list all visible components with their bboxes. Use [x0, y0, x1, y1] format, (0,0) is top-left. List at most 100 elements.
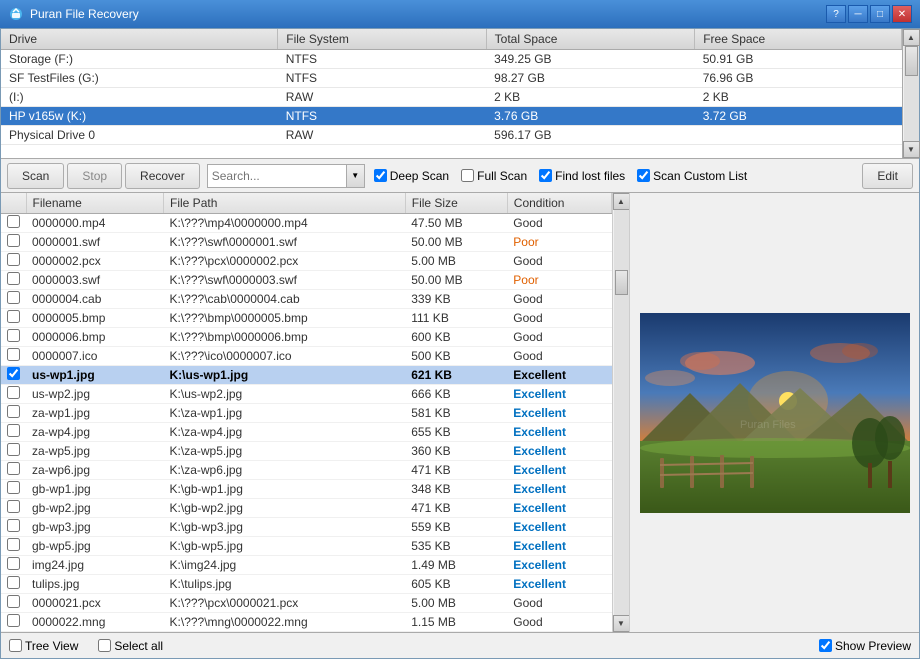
file-checkbox-cell[interactable] [1, 442, 26, 461]
scrollbar-track[interactable] [904, 46, 919, 141]
condition-cell: Good [507, 613, 611, 632]
file-checkbox-cell[interactable] [1, 613, 26, 632]
condition-cell: Poor [507, 233, 611, 252]
file-checkbox-cell[interactable] [1, 290, 26, 309]
file-checkbox-cell[interactable] [1, 537, 26, 556]
file-checkbox-cell[interactable] [1, 347, 26, 366]
file-checkbox-cell[interactable] [1, 271, 26, 290]
file-row[interactable]: us-wp2.jpg K:\us-wp2.jpg 666 KB Excellen… [1, 385, 612, 404]
file-row[interactable]: 0000021.pcx K:\???\pcx\0000021.pcx 5.00 … [1, 594, 612, 613]
file-checkbox-cell[interactable] [1, 214, 26, 233]
file-row[interactable]: 0000000.mp4 K:\???\mp4\0000000.mp4 47.50… [1, 214, 612, 233]
file-row[interactable]: 0000006.bmp K:\???\bmp\0000006.bmp 600 K… [1, 328, 612, 347]
find-lost-checkbox[interactable] [539, 169, 552, 182]
edit-button[interactable]: Edit [862, 163, 913, 189]
deep-scan-checkbox[interactable] [374, 169, 387, 182]
file-checkbox-cell[interactable] [1, 575, 26, 594]
file-row[interactable]: 0000004.cab K:\???\cab\0000004.cab 339 K… [1, 290, 612, 309]
file-row[interactable]: za-wp5.jpg K:\za-wp5.jpg 360 KB Excellen… [1, 442, 612, 461]
scrollbar-down-btn[interactable]: ▼ [903, 141, 920, 158]
scrollbar-up-btn[interactable]: ▲ [903, 29, 920, 46]
drive-scrollbar[interactable]: ▲ ▼ [902, 29, 919, 158]
tree-view-checkbox[interactable] [9, 639, 22, 652]
help-button[interactable]: ? [826, 5, 846, 23]
file-checkbox-cell[interactable] [1, 385, 26, 404]
close-button[interactable]: ✕ [892, 5, 912, 23]
file-row[interactable]: 0000005.bmp K:\???\bmp\0000005.bmp 111 K… [1, 309, 612, 328]
maximize-button[interactable]: □ [870, 5, 890, 23]
file-checkbox-cell[interactable] [1, 404, 26, 423]
scan-button[interactable]: Scan [7, 163, 64, 189]
window-title: Puran File Recovery [30, 7, 826, 21]
app-icon [8, 6, 24, 22]
full-scan-option[interactable]: Full Scan [461, 169, 527, 183]
select-all-label: Select all [114, 639, 163, 653]
filesize-cell: 5.00 MB [405, 252, 507, 271]
file-checkbox-cell[interactable] [1, 309, 26, 328]
file-row[interactable]: 0000001.swf K:\???\swf\0000001.swf 50.00… [1, 233, 612, 252]
drive-row[interactable]: SF TestFiles (G:) NTFS 98.27 GB 76.96 GB [1, 69, 902, 88]
file-scrollbar-up-btn[interactable]: ▲ [613, 193, 630, 210]
file-row[interactable]: img24.jpg K:\img24.jpg 1.49 MB Excellent [1, 556, 612, 575]
file-row[interactable]: gb-wp1.jpg K:\gb-wp1.jpg 348 KB Excellen… [1, 480, 612, 499]
search-dropdown-btn[interactable]: ▼ [347, 164, 365, 188]
file-checkbox-cell[interactable] [1, 252, 26, 271]
show-preview-label: Show Preview [835, 639, 911, 653]
find-lost-option[interactable]: Find lost files [539, 169, 625, 183]
search-input[interactable] [207, 164, 347, 188]
filesize-cell: 621 KB [405, 366, 507, 385]
file-checkbox-cell[interactable] [1, 594, 26, 613]
file-row[interactable]: tulips.jpg K:\tulips.jpg 605 KB Excellen… [1, 575, 612, 594]
file-list-container: Filename File Path File Size Condition 0… [1, 193, 629, 632]
drive-row[interactable]: HP v165w (K:) NTFS 3.76 GB 3.72 GB [1, 107, 902, 126]
scan-custom-checkbox[interactable] [637, 169, 650, 182]
condition-cell: Good [507, 594, 611, 613]
stop-button[interactable]: Stop [67, 163, 122, 189]
select-all-checkbox[interactable] [98, 639, 111, 652]
file-row[interactable]: 0000022.mng K:\???\mng\0000022.mng 1.15 … [1, 613, 612, 632]
file-checkbox-cell[interactable] [1, 518, 26, 537]
file-row[interactable]: za-wp4.jpg K:\za-wp4.jpg 655 KB Excellen… [1, 423, 612, 442]
show-preview-checkbox[interactable] [819, 639, 832, 652]
file-row[interactable]: gb-wp5.jpg K:\gb-wp5.jpg 535 KB Excellen… [1, 537, 612, 556]
file-checkbox-cell[interactable] [1, 328, 26, 347]
tree-view-option[interactable]: Tree View [9, 639, 78, 653]
file-checkbox-cell[interactable] [1, 461, 26, 480]
file-row[interactable]: gb-wp3.jpg K:\gb-wp3.jpg 559 KB Excellen… [1, 518, 612, 537]
show-preview-option[interactable]: Show Preview [819, 639, 911, 653]
file-scrollbar-thumb[interactable] [615, 270, 628, 295]
filename-cell: gb-wp2.jpg [26, 499, 164, 518]
filesize-cell: 559 KB [405, 518, 507, 537]
full-scan-checkbox[interactable] [461, 169, 474, 182]
file-checkbox-cell[interactable] [1, 366, 26, 385]
minimize-button[interactable]: ─ [848, 5, 868, 23]
file-row[interactable]: 0000002.pcx K:\???\pcx\0000002.pcx 5.00 … [1, 252, 612, 271]
drive-row[interactable]: Physical Drive 0 RAW 596.17 GB [1, 126, 902, 145]
file-scrollbar[interactable]: ▲ ▼ [612, 193, 629, 632]
file-row[interactable]: za-wp6.jpg K:\za-wp6.jpg 471 KB Excellen… [1, 461, 612, 480]
recover-button[interactable]: Recover [125, 163, 200, 189]
file-row[interactable]: 0000007.ico K:\???\ico\0000007.ico 500 K… [1, 347, 612, 366]
file-row[interactable]: gb-wp2.jpg K:\gb-wp2.jpg 471 KB Excellen… [1, 499, 612, 518]
file-scrollbar-down-btn[interactable]: ▼ [613, 615, 630, 632]
file-checkbox-cell[interactable] [1, 423, 26, 442]
file-checkbox-cell[interactable] [1, 556, 26, 575]
drive-row[interactable]: (I:) RAW 2 KB 2 KB [1, 88, 902, 107]
file-row[interactable]: 0000003.swf K:\???\swf\0000003.swf 50.00… [1, 271, 612, 290]
drive-row[interactable]: Storage (F:) NTFS 349.25 GB 50.91 GB [1, 50, 902, 69]
scrollbar-thumb[interactable] [905, 46, 918, 76]
file-row[interactable]: us-wp1.jpg K:\us-wp1.jpg 621 KB Excellen… [1, 366, 612, 385]
scan-custom-option[interactable]: Scan Custom List [637, 169, 747, 183]
file-checkbox-cell[interactable] [1, 480, 26, 499]
deep-scan-option[interactable]: Deep Scan [374, 169, 449, 183]
filesystem-col-header: File System [278, 29, 486, 50]
filepath-cell: K:\za-wp1.jpg [164, 404, 406, 423]
file-scrollbar-track[interactable] [614, 210, 629, 615]
drive-table: Drive File System Total Space Free Space… [1, 29, 902, 158]
file-row[interactable]: za-wp1.jpg K:\za-wp1.jpg 581 KB Excellen… [1, 404, 612, 423]
file-checkbox-cell[interactable] [1, 499, 26, 518]
filepath-cell: K:\???\mng\0000022.mng [164, 613, 406, 632]
select-all-option[interactable]: Select all [98, 639, 163, 653]
filesize-cell: 50.00 MB [405, 233, 507, 252]
file-checkbox-cell[interactable] [1, 233, 26, 252]
